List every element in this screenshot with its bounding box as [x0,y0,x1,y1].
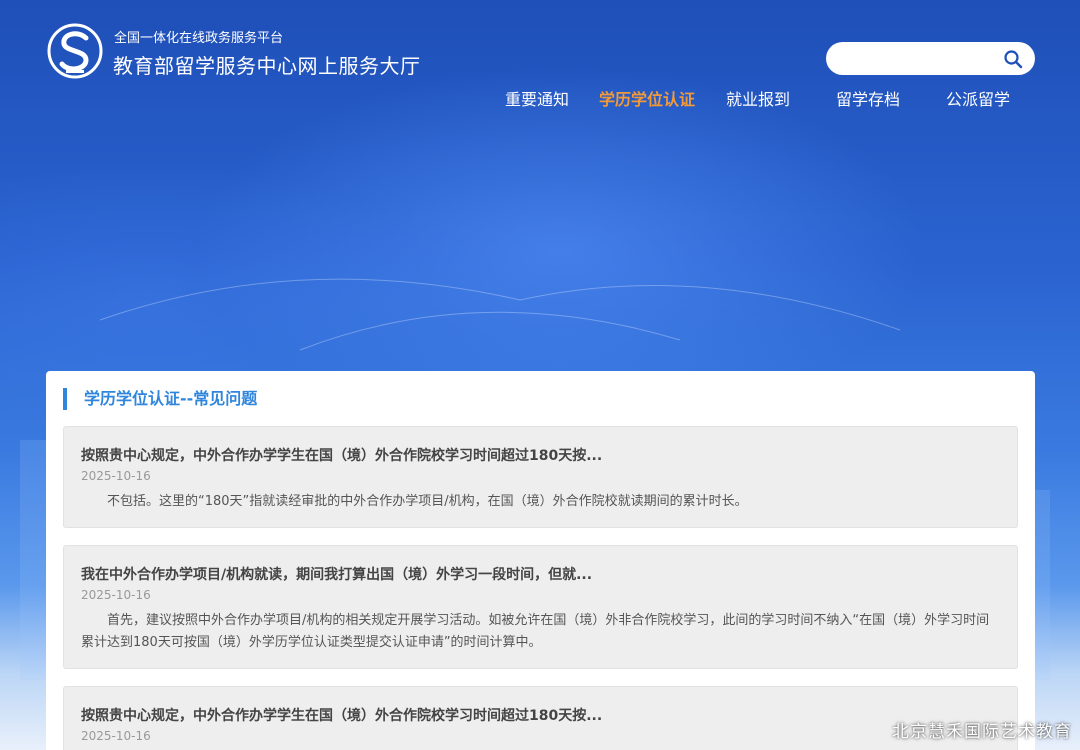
search-input[interactable] [840,48,1000,69]
nav-item-degree-certification[interactable]: 学历学位认证 [599,86,695,110]
faq-item[interactable]: 我在中外合作办学项目/机构就读，期间我打算出国（境）外学习一段时间，但就... … [63,545,1018,669]
faq-answer: 不包括。这里的“180天”指就读经审批的中外合作办学项目/机构，在国（境）外合作… [107,494,748,509]
section-title: 学历学位认证--常见问题 [63,388,257,410]
nav-item-notices[interactable]: 重要通知 [505,86,569,110]
platform-label: 全国一体化在线政务服务平台 [114,31,284,46]
nav-item-employment-registration[interactable]: 就业报到 [726,86,790,110]
watermark-text: 北京慧禾国际艺术教育 [892,722,1072,742]
faq-panel: 学历学位认证--常见问题 按照贵中心规定，中外合作办学学生在国（境）外合作院校学… [46,371,1035,750]
faq-date: 2025-10-16 [81,588,151,602]
faq-question[interactable]: 按照贵中心规定，中外合作办学学生在国（境）外合作院校学习时间超过180天按... [81,705,602,725]
faq-date: 2025-10-16 [81,469,151,483]
search-icon[interactable] [1003,49,1023,69]
faq-item[interactable]: 按照贵中心规定，中外合作办学学生在国（境）外合作院校学习时间超过180天按...… [63,426,1018,528]
faq-item[interactable]: 按照贵中心规定，中外合作办学学生在国（境）外合作院校学习时间超过180天按...… [63,686,1018,750]
faq-question[interactable]: 我在中外合作办学项目/机构就读，期间我打算出国（境）外学习一段时间，但就... [81,564,592,584]
faq-date: 2025-10-16 [81,729,151,743]
nav-item-study-archive[interactable]: 留学存档 [836,86,900,110]
site-title[interactable]: 教育部留学服务中心网上服务大厅 [113,50,421,79]
nav-item-government-sponsored-study[interactable]: 公派留学 [946,86,1010,110]
logo-icon[interactable] [46,22,104,80]
search-box[interactable] [826,42,1035,75]
faq-question[interactable]: 按照贵中心规定，中外合作办学学生在国（境）外合作院校学习时间超过180天按... [81,445,602,465]
faq-answer: 首先，建议按照中外合作办学项目/机构的相关规定开展学习活动。如被允许在国（境）外… [81,613,990,650]
